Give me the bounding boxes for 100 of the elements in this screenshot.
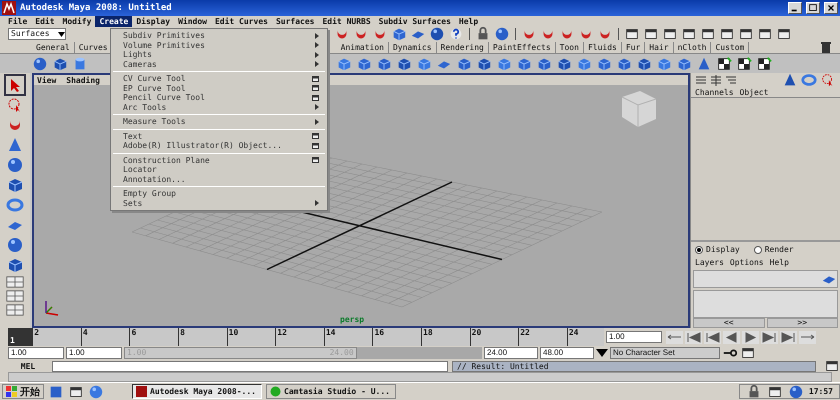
layout-icon[interactable] (695, 74, 707, 86)
taskbar-button[interactable]: Autodesk Maya 2008-... (132, 384, 262, 399)
menu-item[interactable]: Construction Plane (111, 156, 327, 165)
menu-item[interactable]: Measure Tools (111, 117, 327, 126)
scroll-button[interactable]: >> (766, 318, 838, 328)
menu-item[interactable]: Edit (31, 16, 59, 27)
channel-box-menu[interactable]: Channels (695, 88, 734, 96)
menu-item[interactable]: Sets (111, 198, 327, 208)
window-icon[interactable] (662, 26, 678, 42)
option-box-icon[interactable] (312, 94, 319, 101)
command-language-label[interactable]: MEL (8, 362, 48, 370)
cube-icon[interactable] (6, 256, 24, 274)
menu-item[interactable]: CV Curve Tool (111, 74, 327, 84)
character-set-field[interactable]: No Character Set (610, 347, 720, 359)
window-icon[interactable] (824, 358, 840, 374)
window-icon[interactable] (681, 26, 697, 42)
command-input-field[interactable] (52, 360, 448, 372)
menu-item[interactable]: Display (132, 16, 174, 27)
step-back-key-icon[interactable] (685, 330, 702, 344)
play-forward-icon[interactable] (742, 330, 759, 344)
close-icon[interactable] (824, 2, 838, 14)
minimize-icon[interactable] (788, 2, 802, 14)
cube-icon[interactable] (391, 26, 407, 42)
shelf-tab[interactable]: Rendering (436, 42, 489, 52)
menu-item[interactable]: Empty Group (111, 189, 327, 198)
menu-item[interactable]: Cameras (111, 60, 327, 69)
sphere-icon[interactable] (429, 26, 445, 42)
menu-item[interactable]: Edit NURBS (318, 16, 375, 27)
step-back-icon[interactable] (704, 330, 721, 344)
step-forward-key-icon[interactable] (780, 330, 797, 344)
window-icon[interactable] (700, 26, 716, 42)
option-box-icon[interactable] (312, 157, 319, 164)
layout-icon[interactable] (6, 304, 24, 316)
menu-item[interactable]: Pencil Curve Tool (111, 93, 327, 102)
checker-icon[interactable] (716, 56, 732, 72)
torus-icon[interactable] (801, 72, 817, 88)
menu-item[interactable]: Surfaces (272, 16, 318, 27)
sphere-icon[interactable] (6, 156, 24, 174)
layout-icon[interactable] (725, 74, 737, 86)
option-box-icon[interactable] (312, 85, 319, 92)
layout-icon[interactable] (6, 276, 24, 288)
window-icon[interactable] (740, 345, 756, 361)
menu-item[interactable]: Subdiv Surfaces (374, 16, 455, 27)
playback-end-field[interactable]: 24.00 (484, 347, 538, 359)
sphere-icon[interactable] (6, 236, 24, 254)
time-slider[interactable]: 1 2 4 6 8 10 12 14 16 18 20 22 24 (8, 328, 604, 346)
current-frame-marker[interactable]: 1 (8, 328, 32, 346)
menu-item[interactable]: Lights (111, 50, 327, 60)
menu-item[interactable]: Subdiv Primitives (111, 31, 327, 40)
menu-item[interactable]: Annotation... (111, 174, 327, 184)
menu-item[interactable]: Modify (58, 16, 96, 27)
menu-item[interactable]: Volume Primitives (111, 40, 327, 50)
arrow-icon[interactable] (6, 76, 24, 94)
shelf-tab[interactable]: Toon (556, 42, 584, 52)
menu-item[interactable]: File (4, 16, 32, 27)
step-forward-icon[interactable] (761, 330, 778, 344)
cube-icon[interactable] (6, 176, 24, 194)
shelf-tab[interactable]: nCloth (674, 42, 712, 52)
option-box-icon[interactable] (312, 133, 319, 140)
layer-mode-radio[interactable]: Render (754, 245, 794, 254)
taskbar-button[interactable]: Camtasia Studio - U... (266, 384, 396, 399)
option-box-icon[interactable] (312, 142, 319, 149)
torus-icon[interactable] (6, 196, 24, 214)
menu-item[interactable]: Window (174, 16, 211, 27)
play-backward-icon[interactable] (723, 330, 740, 344)
cone-icon[interactable] (6, 136, 24, 154)
menu-item[interactable]: Arc Tools (111, 102, 327, 112)
menu-item[interactable]: Locator (111, 165, 327, 174)
menu-item[interactable]: Edit Curves (210, 16, 272, 27)
channel-box-menu[interactable]: Object (740, 88, 768, 96)
window-icon[interactable] (738, 26, 754, 42)
layout-icon[interactable] (6, 290, 24, 302)
menu-item[interactable]: Text (111, 132, 327, 141)
checker-icon[interactable] (736, 56, 752, 72)
end-time-field[interactable]: 48.00 (540, 347, 594, 359)
panel-menu[interactable]: Shading (66, 76, 100, 84)
caret-icon[interactable] (596, 349, 608, 357)
menu-item[interactable]: EP Curve Tool (111, 84, 327, 93)
menu-item[interactable]: Create (95, 16, 132, 27)
trash-icon[interactable] (820, 42, 832, 52)
sphere-icon[interactable] (32, 56, 48, 72)
tray-app-icon[interactable] (788, 384, 804, 400)
start-button[interactable]: 开始 (2, 384, 44, 399)
go-to-start-icon[interactable] (666, 330, 683, 344)
layout-icon[interactable] (710, 74, 722, 86)
start-time-field[interactable]: 1.00 (8, 347, 64, 359)
window-icon[interactable] (776, 26, 792, 42)
window-icon[interactable] (643, 26, 659, 42)
option-box-icon[interactable] (312, 76, 319, 82)
window-icon[interactable] (757, 26, 773, 42)
scroll-button[interactable]: << (693, 318, 764, 328)
layer-menu[interactable]: Help (770, 258, 789, 267)
panel-menu[interactable]: View (37, 76, 56, 84)
checker-icon[interactable] (756, 56, 772, 72)
help-icon[interactable] (448, 26, 464, 42)
layer-menu[interactable]: Layers (695, 258, 724, 267)
sphere-icon[interactable] (494, 26, 510, 42)
window-icon[interactable] (719, 26, 735, 42)
menu-item[interactable]: Help (454, 16, 482, 27)
maximize-icon[interactable] (806, 2, 820, 14)
